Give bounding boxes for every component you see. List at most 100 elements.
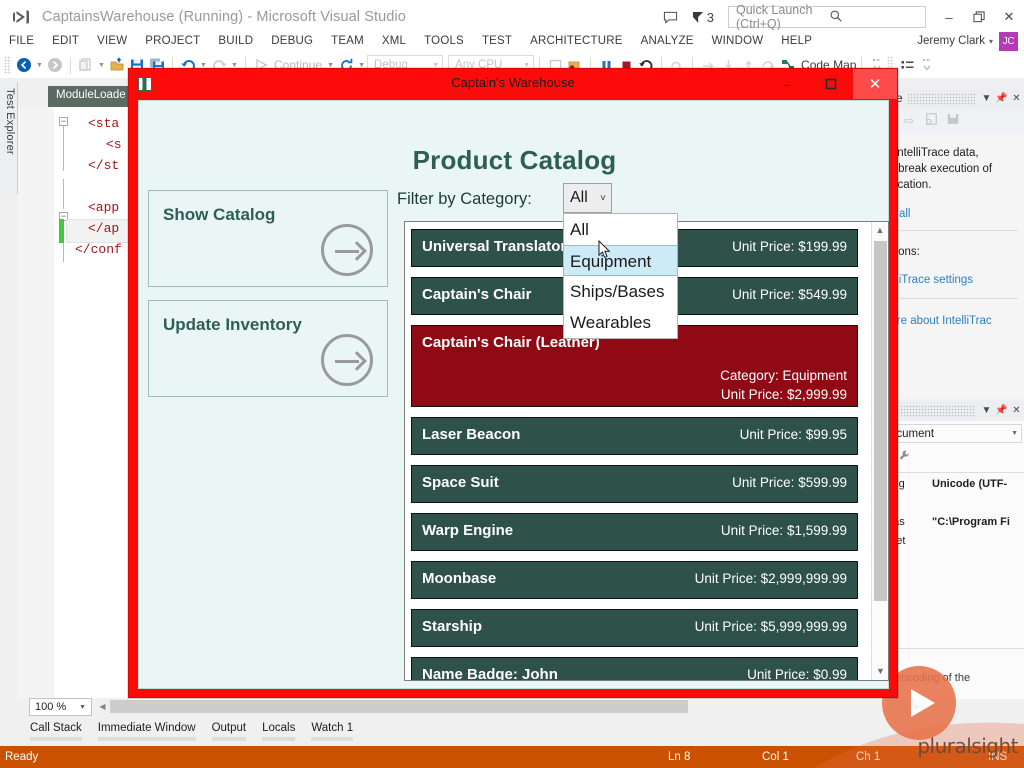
property-value-0[interactable]: Unicode (UTF-	[932, 478, 1007, 490]
tab-locals[interactable]: Locals	[254, 719, 303, 747]
tab-label: Locals	[262, 722, 296, 734]
hscroll-thumb[interactable]	[110, 700, 688, 713]
menu-test[interactable]: TEST	[473, 30, 521, 52]
catalog-item-7[interactable]: Starship Unit Price: $5,999,999.99	[411, 609, 858, 647]
properties-object-selector[interactable]: ocument ▼	[884, 424, 1022, 443]
panel-drag-dots-2[interactable]	[900, 404, 975, 417]
toolbar-separator	[70, 56, 71, 74]
catalog-item-price: Unit Price: $5,999,999.99	[694, 619, 847, 634]
navigate-back-icon[interactable]	[14, 55, 34, 75]
scroll-down-arrow-icon[interactable]: ▼	[872, 663, 888, 680]
menu-file[interactable]: FILE	[0, 30, 43, 52]
intellitrace-message-1: IntelliTrace data,	[894, 147, 979, 159]
catalog-item-6[interactable]: Moonbase Unit Price: $2,999,999.99	[411, 561, 858, 599]
change-indicator	[59, 219, 64, 243]
new-project-dropdown[interactable]: ▼	[96, 62, 107, 69]
test-explorer-tab[interactable]: Test Explorer	[0, 82, 18, 194]
tab-call-stack[interactable]: Call Stack	[22, 719, 90, 747]
chevron-down-icon[interactable]: ▼	[979, 93, 994, 104]
chevron-down-icon[interactable]: ▾	[989, 37, 993, 46]
vs-restore-button[interactable]	[964, 0, 994, 34]
menu-edit[interactable]: EDIT	[43, 30, 88, 52]
close-icon[interactable]: ✕	[1009, 405, 1024, 416]
quick-launch-input[interactable]: Quick Launch (Ctrl+Q)	[728, 3, 926, 31]
editor-gutter	[18, 107, 54, 699]
account-name[interactable]: Jeremy Clark	[917, 35, 985, 47]
dropdown-option-ships-bases[interactable]: Ships/Bases	[564, 276, 677, 307]
menu-help[interactable]: HELP	[772, 30, 821, 52]
svg-text:"": ""	[872, 58, 880, 66]
catalog-item-8[interactable]: Name Badge: John Unit Price: $0.99	[411, 657, 858, 680]
dropdown-option-equipment[interactable]: Equipment	[564, 245, 677, 276]
catalog-item-name: Moonbase	[422, 570, 497, 587]
fold-toggle-1[interactable]: −	[59, 117, 68, 126]
menu-project[interactable]: PROJECT	[136, 30, 209, 52]
toolbar-grip[interactable]	[4, 56, 11, 74]
catalog-item-price: Unit Price: $599.99	[732, 475, 847, 490]
editor-horizontal-scrollbar[interactable]: ◀ ▶	[95, 698, 925, 715]
test-explorer-label: Test Explorer	[4, 88, 16, 155]
close-icon[interactable]: ✕	[1009, 93, 1024, 104]
catalog-item-3[interactable]: Laser Beacon Unit Price: $99.95	[411, 417, 858, 455]
menu-xml[interactable]: XML	[373, 30, 415, 52]
pin-icon[interactable]: 📌	[994, 93, 1009, 104]
bottom-tool-tabs: Call Stack Immediate Window Output Local…	[22, 719, 361, 747]
fold-rail	[63, 119, 64, 171]
menu-debug[interactable]: DEBUG	[262, 30, 322, 52]
properties-panel-header: es ▼ 📌 ✕	[880, 400, 1024, 421]
menu-tools[interactable]: TOOLS	[415, 30, 473, 52]
category-filter-combo[interactable]: All ˅	[563, 183, 612, 213]
divider	[888, 230, 1018, 231]
update-inventory-button[interactable]: Update Inventory	[148, 300, 388, 397]
dropdown-option-wearables[interactable]: Wearables	[564, 307, 677, 338]
document-tab-moduleloader[interactable]: ModuleLoade	[48, 86, 134, 107]
menu-view[interactable]: VIEW	[88, 30, 136, 52]
dropdown-option-all[interactable]: All	[564, 214, 677, 245]
menu-build[interactable]: BUILD	[209, 30, 262, 52]
panel-drag-dots[interactable]	[906, 92, 975, 105]
arrow-right-circle-icon	[321, 224, 373, 276]
search-magnifier-icon	[829, 9, 922, 26]
catalog-scroll-thumb[interactable]	[874, 241, 887, 601]
menu-team[interactable]: TEAM	[322, 30, 373, 52]
properties-toolbar	[884, 448, 1024, 468]
vs-close-button[interactable]: ✕	[994, 0, 1024, 34]
tab-output[interactable]: Output	[204, 719, 255, 747]
show-catalog-label: Show Catalog	[163, 205, 276, 224]
property-value-2[interactable]: "C:\Program Fi	[932, 516, 1010, 528]
catalog-item-name: Laser Beacon	[422, 426, 521, 443]
catalog-item-5[interactable]: Warp Engine Unit Price: $1,599.99	[411, 513, 858, 551]
navigate-back-dropdown[interactable]: ▼	[34, 62, 45, 69]
app-title-bar[interactable]: Captain's Warehouse – ✕	[129, 69, 897, 99]
show-catalog-button[interactable]: Show Catalog	[148, 190, 388, 287]
category-filter-value: All	[570, 189, 588, 206]
menu-window[interactable]: WINDOW	[703, 30, 773, 52]
chevron-down-icon[interactable]: ▼	[979, 405, 994, 416]
code-line-4: <app	[88, 200, 120, 215]
catalog-vertical-scrollbar[interactable]: ▲ ▼	[871, 222, 888, 680]
catalog-item-name: Universal Translator	[422, 238, 567, 255]
scroll-up-arrow-icon[interactable]: ▲	[872, 222, 888, 239]
pin-icon[interactable]: 📌	[994, 405, 1009, 416]
intellitrace-toolbar: ⇨	[880, 109, 1024, 133]
tab-watch-1[interactable]: Watch 1	[303, 719, 361, 747]
menu-architecture[interactable]: ARCHITECTURE	[521, 30, 632, 52]
category-dropdown-list[interactable]: All Equipment Ships/Bases Wearables	[563, 213, 678, 339]
menu-analyze[interactable]: ANALYZE	[632, 30, 703, 52]
screen-root: CaptainsWarehouse (Running) - Microsoft …	[0, 0, 1024, 768]
scroll-right-arrow-icon[interactable]: ▶	[910, 702, 925, 711]
code-line-1: <sta	[88, 116, 120, 131]
intellitrace-learn-more-link[interactable]: nore about IntelliTrac	[884, 313, 992, 329]
catalog-item-name: Space Suit	[422, 474, 499, 491]
scroll-left-arrow-icon[interactable]: ◀	[95, 702, 110, 711]
open-file-icon[interactable]	[107, 55, 127, 75]
avatar[interactable]: JC	[999, 31, 1018, 51]
zoom-level-combo[interactable]: 100 % ▼	[29, 698, 92, 716]
notification-flag-icon[interactable]: 3	[686, 10, 720, 25]
catalog-item-4[interactable]: Space Suit Unit Price: $599.99	[411, 465, 858, 503]
tab-label: Watch 1	[311, 722, 354, 734]
catalog-item-name: Warp Engine	[422, 522, 514, 539]
vs-minimize-button[interactable]: –	[934, 0, 964, 34]
tab-immediate-window[interactable]: Immediate Window	[90, 719, 204, 747]
feedback-comment-icon[interactable]	[656, 2, 686, 32]
